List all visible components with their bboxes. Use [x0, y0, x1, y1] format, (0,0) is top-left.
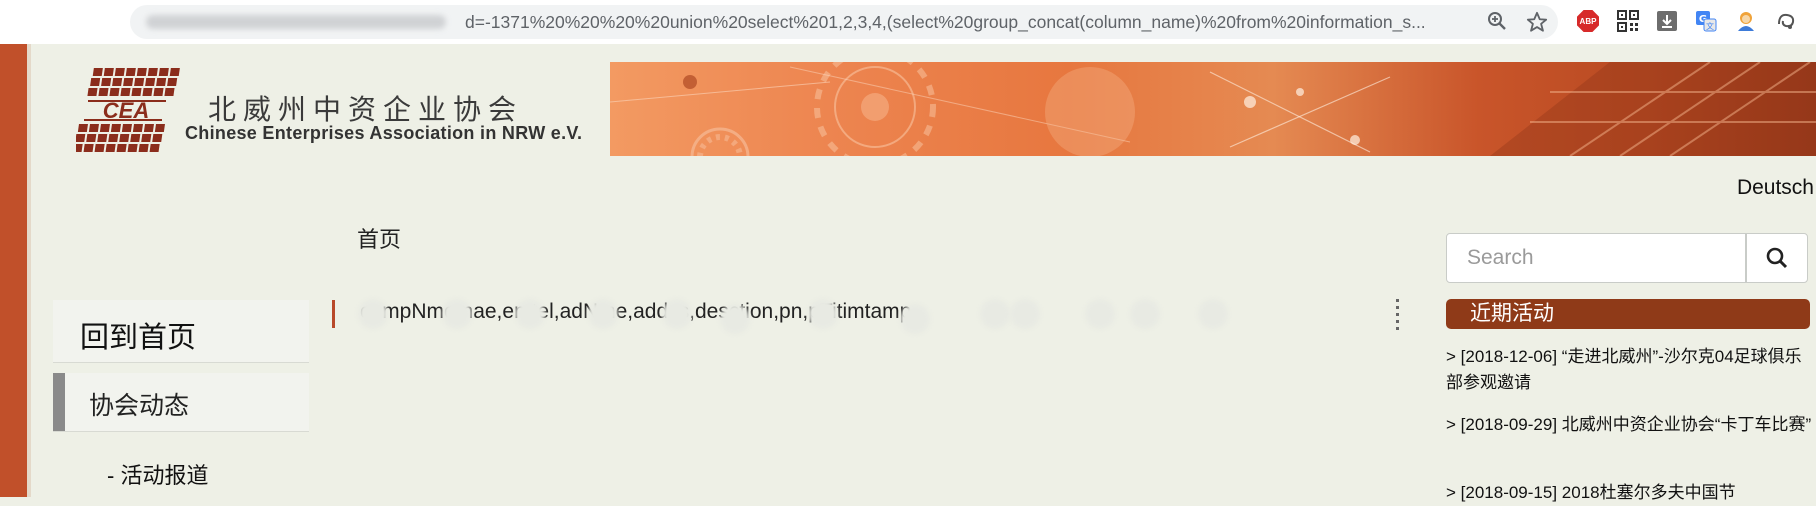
logo-brick [83, 144, 94, 152]
url-text[interactable]: d=-1371%20%20%20%20union%20select%201,2,… [465, 5, 1475, 39]
page-accent-line [27, 44, 31, 497]
logo-brick [76, 134, 86, 142]
logo-brick [152, 134, 163, 142]
nav-association-news[interactable]: 协会动态 [53, 373, 309, 431]
logo-brick [145, 78, 156, 86]
logo-brick [134, 78, 145, 86]
swirl-icon[interactable] [1774, 9, 1798, 33]
search-icon [1766, 247, 1788, 269]
logo-brick [114, 68, 125, 76]
blur-smudge [442, 299, 472, 329]
nav-active-indicator [53, 373, 65, 431]
adblock-icon[interactable]: ABP [1576, 9, 1600, 33]
address-bar[interactable]: d=-1371%20%20%20%20union%20select%201,2,… [130, 5, 1558, 39]
logo-brick [94, 144, 105, 152]
logo-brick [156, 78, 167, 86]
blur-smudge [515, 299, 545, 329]
logo-brick [153, 88, 164, 96]
blur-smudge [1085, 299, 1115, 329]
logo-brick [127, 144, 138, 152]
logo-brick [167, 78, 178, 86]
logo-brick [131, 88, 142, 96]
logo-brick [121, 124, 132, 132]
logo-brick [123, 78, 134, 86]
blurred-url-prefix [146, 15, 446, 29]
browser-toolbar: d=-1371%20%20%20%20union%20select%201,2,… [0, 0, 1816, 44]
translate-icon[interactable]: G文 [1694, 9, 1718, 33]
logo-brick [136, 68, 147, 76]
qr-code-icon[interactable] [1616, 9, 1640, 33]
logo-brick [141, 134, 152, 142]
blur-smudge [808, 299, 838, 329]
blur-smudge [900, 304, 930, 334]
blur-smudge [1010, 299, 1040, 329]
logo-brick [116, 144, 127, 152]
recent-events-header: 近期活动 [1446, 299, 1810, 329]
logo-brick [90, 78, 101, 86]
logo-brick [101, 78, 112, 86]
logo-brick [149, 144, 160, 152]
logo-brick [97, 134, 108, 142]
download-icon[interactable] [1655, 9, 1679, 33]
zoom-icon[interactable] [1486, 11, 1508, 33]
logo-brick [77, 124, 88, 132]
logo-chinese-title: 北威州中资企业协会 [208, 93, 524, 126]
cea-logo-icon[interactable]: CEA [76, 67, 184, 153]
logo-brick [119, 134, 130, 142]
blur-smudge [1130, 299, 1160, 329]
logo-brick [103, 68, 114, 76]
logo-brick [130, 134, 141, 142]
logo-brick [158, 68, 169, 76]
blur-smudge [358, 299, 388, 329]
recent-event-item[interactable]: > [2018-09-15] 2018杜塞尔多夫中国节 [1446, 480, 1814, 506]
search-button[interactable] [1746, 233, 1808, 283]
logo-english-title: Chinese Enterprises Association in NRW e… [185, 123, 583, 143]
star-icon[interactable] [1526, 11, 1548, 33]
recent-event-item[interactable]: > [2018-12-06] “走进北威州”-沙尔克04足球俱乐部参观邀请 [1446, 344, 1814, 396]
language-link-deutsch[interactable]: Deutsch [1737, 176, 1814, 200]
logo-brick [88, 124, 99, 132]
search-input[interactable]: Search [1446, 233, 1746, 283]
logo-brick [99, 124, 110, 132]
logo-brick [120, 88, 131, 96]
adblock-label: ABP [1577, 10, 1599, 32]
svg-text:文: 文 [1706, 21, 1714, 31]
logo-brick [87, 88, 98, 96]
blur-smudge [980, 299, 1010, 329]
avatar-icon[interactable] [1734, 9, 1758, 33]
recent-event-item[interactable]: > [2018-09-29] 北威州中资企业协会“卡丁车比赛” [1446, 412, 1814, 438]
logo-brick [76, 144, 83, 152]
logo-brick [110, 124, 121, 132]
logo-brick [109, 88, 120, 96]
more-vertical-icon[interactable] [1396, 298, 1400, 330]
logo-brick [92, 68, 103, 76]
logo-brick [169, 68, 180, 76]
logo-brick [105, 144, 116, 152]
logo-brick [98, 88, 109, 96]
nav-sub-events[interactable]: - 活动报道 [107, 458, 208, 490]
header-banner [610, 62, 1816, 156]
breadcrumb[interactable]: 首页 [357, 222, 401, 254]
logo-brick [108, 134, 119, 142]
content-marker [332, 300, 335, 328]
logo-brick [143, 124, 154, 132]
logo-brick [125, 68, 136, 76]
logo-brick [132, 124, 143, 132]
nav-home-label: 回到首页 [80, 322, 197, 354]
nav-news-label: 协会动态 [89, 392, 190, 420]
logo-brick [86, 134, 97, 142]
logo-brick [112, 78, 123, 86]
logo-brick [138, 144, 149, 152]
page-accent-strip [0, 44, 27, 497]
logo-brick [142, 88, 153, 96]
blur-smudge [1198, 299, 1228, 329]
logo-brick [164, 88, 175, 96]
blur-smudge [662, 299, 692, 329]
nav-home[interactable]: 回到首页 [53, 300, 309, 362]
logo-brick [154, 124, 165, 132]
blur-smudge [588, 299, 618, 329]
logo-brick [147, 68, 158, 76]
blur-smudge [720, 304, 750, 334]
